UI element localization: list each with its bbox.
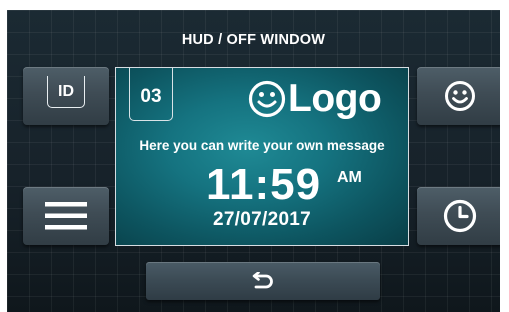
menu-icon bbox=[45, 202, 87, 230]
back-arrow-icon bbox=[252, 272, 273, 289]
hud-screen: HUD / OFF WINDOW ID 03 Logo Here you can… bbox=[7, 10, 500, 312]
clock-icon bbox=[443, 199, 477, 233]
smiley-button[interactable] bbox=[417, 67, 500, 125]
clock-time: 11:59 bbox=[206, 160, 322, 209]
custom-message: Here you can write your own message bbox=[139, 138, 385, 153]
id-button-label: ID bbox=[58, 82, 74, 100]
logo-text: Logo bbox=[288, 77, 382, 120]
message-number: 03 bbox=[129, 68, 173, 121]
smiley-icon bbox=[248, 80, 286, 118]
id-badge-icon: ID bbox=[47, 76, 85, 108]
back-button[interactable] bbox=[146, 262, 380, 300]
window-title: HUD / OFF WINDOW bbox=[181, 32, 326, 48]
menu-button[interactable] bbox=[23, 187, 109, 245]
clock-ampm: AM bbox=[337, 169, 362, 186]
smiley-icon bbox=[445, 81, 475, 111]
display-panel: 03 Logo Here you can write your own mess… bbox=[115, 67, 409, 246]
logo: Logo bbox=[248, 76, 382, 122]
clock-date: 27/07/2017 bbox=[212, 209, 312, 230]
id-button[interactable]: ID bbox=[23, 67, 109, 125]
clock-button[interactable] bbox=[417, 187, 500, 245]
